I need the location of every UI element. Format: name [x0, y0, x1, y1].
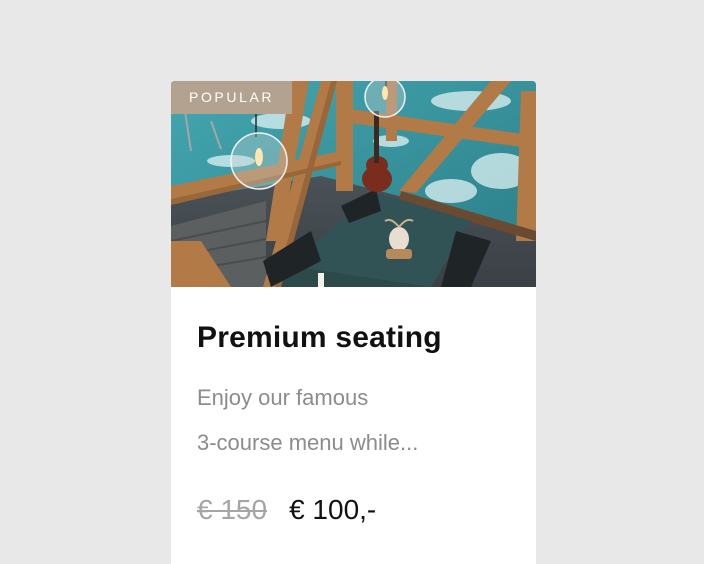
description-line-2: 3-course menu while...: [197, 430, 419, 455]
card-content: Premium seating Enjoy our famous 3-cours…: [171, 287, 536, 526]
old-price: € 150: [197, 494, 268, 525]
card-image: POPULAR: [171, 81, 536, 287]
product-card[interactable]: POPULAR Premium seating Enjoy our famous…: [171, 81, 536, 564]
new-price: € 100,-: [289, 494, 377, 525]
card-description: Enjoy our famous 3-course menu while...: [197, 375, 497, 465]
description-line-1: Enjoy our famous: [197, 385, 369, 410]
price-row: € 150 € 100,-: [197, 494, 510, 526]
popular-badge: POPULAR: [171, 81, 293, 114]
card-title: Premium seating: [197, 321, 442, 354]
